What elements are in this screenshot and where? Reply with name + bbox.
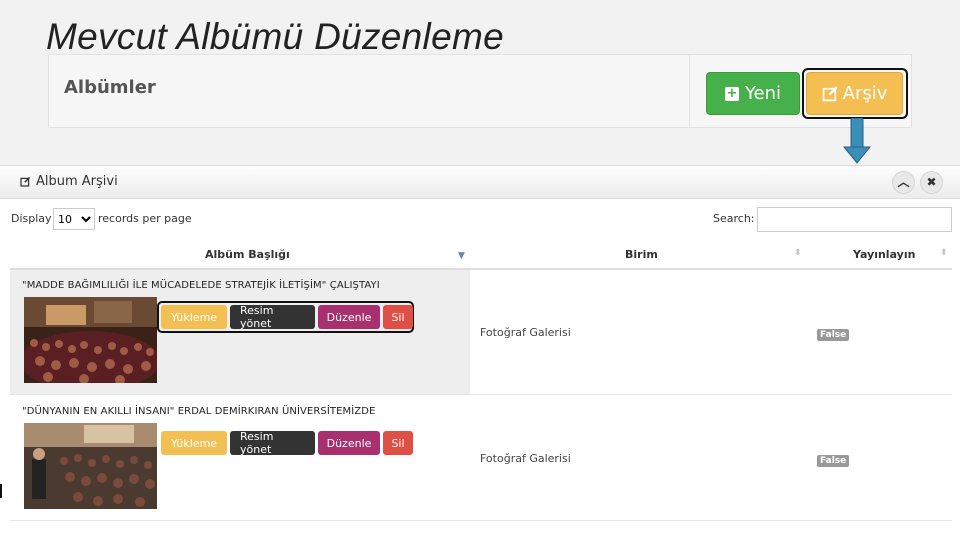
table-row: "MADDE BAĞIMLILIĞI İLE MÜCADELEDE STRATE… — [10, 270, 952, 395]
album-unit: Fotoğraf Galerisi — [480, 452, 571, 465]
page-size-select[interactable]: 10 — [53, 208, 95, 230]
album-unit: Fotoğraf Galerisi — [480, 326, 571, 339]
album-title-cell: "DÜNYANIN EN AKILLI İNSANI" ERDAL DEMİRK… — [10, 396, 470, 520]
table-row: "DÜNYANIN EN AKILLI İNSANI" ERDAL DEMİRK… — [10, 396, 952, 521]
sort-desc-icon[interactable]: ▼ — [458, 251, 465, 261]
arrow-down-icon — [843, 118, 871, 164]
manage-images-button[interactable]: Resim yönet — [230, 304, 315, 330]
album-title-cell: "MADDE BAĞIMLILIĞI İLE MÜCADELEDE STRATE… — [10, 270, 470, 394]
records-per-page-label: records per page — [98, 212, 192, 225]
albums-panel: Albümler + Yeni Arşiv — [48, 54, 912, 128]
album-archive-panel: Album Arşivi ︿ ✖ Display 10 records per … — [0, 165, 960, 540]
albums-panel-label: Albümler — [64, 77, 156, 98]
album-title: "DÜNYANIN EN AKILLI İNSANI" ERDAL DEMİRK… — [22, 406, 376, 417]
search-input[interactable] — [757, 207, 952, 232]
sort-icon[interactable]: ⬍ — [794, 248, 802, 258]
panel-divider — [689, 55, 690, 127]
slide-title: Mevcut Albümü Düzenleme — [46, 16, 504, 57]
manage-images-button[interactable]: Resim yönet — [230, 430, 315, 456]
search-label: Search: — [713, 212, 755, 225]
slide-mark — [0, 484, 2, 498]
column-header-unit[interactable]: Birim — [625, 248, 658, 261]
album-thumbnail[interactable] — [24, 423, 157, 509]
row-actions: Yükleme Resim yönet Düzenle Sil — [161, 304, 413, 330]
table-header: Albüm Başlığı ▼ Birim ⬍ Yayınlayın ⬍ — [10, 240, 952, 270]
row-actions: Yükleme Resim yönet Düzenle Sil — [161, 430, 413, 456]
album-title: "MADDE BAĞIMLILIĞI İLE MÜCADELEDE STRATE… — [22, 280, 380, 291]
archive-button[interactable]: Arşiv — [806, 72, 903, 115]
column-header-title[interactable]: Albüm Başlığı — [205, 248, 290, 261]
archive-title: Album Arşivi — [20, 174, 118, 189]
edit-icon — [822, 86, 838, 102]
sort-icon[interactable]: ⬍ — [940, 248, 948, 258]
new-album-button[interactable]: + Yeni — [706, 72, 800, 115]
delete-button[interactable]: Sil — [383, 305, 413, 329]
column-header-publish[interactable]: Yayınlayın — [853, 248, 915, 261]
archive-label: Arşiv — [842, 83, 888, 104]
upload-button[interactable]: Yükleme — [161, 305, 227, 329]
display-label: Display — [11, 212, 52, 225]
edit-button[interactable]: Düzenle — [318, 305, 380, 329]
album-thumbnail[interactable] — [24, 297, 157, 383]
published-badge: False — [817, 329, 850, 341]
close-button[interactable]: ✖ — [920, 171, 943, 194]
new-album-label: Yeni — [744, 83, 782, 104]
published-badge: False — [817, 455, 850, 467]
close-icon: ✖ — [926, 175, 937, 189]
edit-button[interactable]: Düzenle — [318, 431, 380, 455]
delete-button[interactable]: Sil — [383, 431, 413, 455]
archive-header: Album Arşivi ︿ ✖ — [0, 166, 960, 199]
plus-icon: + — [724, 85, 739, 101]
collapse-button[interactable]: ︿ — [892, 171, 915, 194]
chevron-up-icon: ︿ — [897, 175, 910, 189]
upload-button[interactable]: Yükleme — [161, 431, 227, 455]
table-controls: Display 10 records per page Search: — [0, 207, 960, 236]
edit-icon — [20, 176, 31, 187]
archive-title-text: Album Arşivi — [36, 174, 118, 189]
